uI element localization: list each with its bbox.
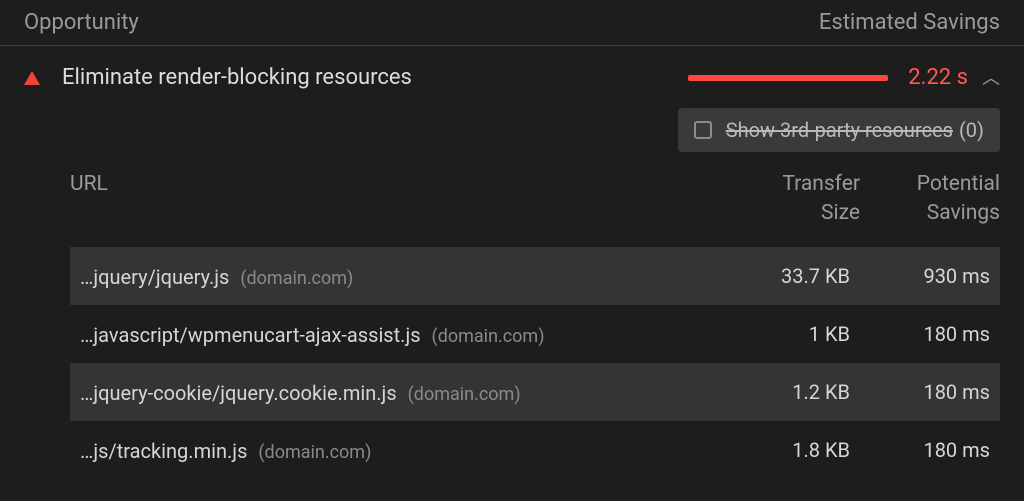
- estimated-savings-value: 2.22 s: [908, 65, 968, 90]
- resource-domain: (domain.com): [258, 442, 371, 463]
- resource-domain: (domain.com): [408, 384, 521, 405]
- table-row[interactable]: …jquery-cookie/jquery.cookie.min.js (dom…: [70, 363, 1000, 421]
- potential-savings: 180 ms: [870, 440, 990, 460]
- third-party-filter-pill[interactable]: Show 3rd-party resources (0): [678, 108, 1000, 152]
- header-row: Opportunity Estimated Savings: [0, 0, 1024, 46]
- opportunity-title: Eliminate render-blocking resources: [62, 65, 688, 90]
- opportunity-row[interactable]: Eliminate render-blocking resources 2.22…: [0, 46, 1024, 104]
- table-row[interactable]: …javascript/wpmenucart-ajax-assist.js (d…: [70, 305, 1000, 363]
- table-header: URL Transfer Size Potential Savings: [70, 162, 1000, 247]
- header-savings-label: Estimated Savings: [819, 10, 1000, 35]
- resources-table: URL Transfer Size Potential Savings …jqu…: [0, 162, 1024, 479]
- resource-domain: (domain.com): [240, 268, 353, 289]
- resource-path: …javascript/wpmenucart-ajax-assist.js: [80, 323, 421, 347]
- resource-path: …js/tracking.min.js: [80, 439, 247, 463]
- potential-savings: 930 ms: [870, 266, 990, 286]
- potential-savings: 180 ms: [870, 324, 990, 344]
- col-header-url: URL: [70, 170, 760, 229]
- warning-triangle-icon: [24, 71, 40, 85]
- table-row[interactable]: …js/tracking.min.js (domain.com) 1.8 KB …: [70, 421, 1000, 479]
- transfer-size: 1.2 KB: [750, 382, 870, 402]
- resource-path: …jquery-cookie/jquery.cookie.min.js: [80, 381, 397, 405]
- third-party-filter-count: (0): [959, 118, 984, 142]
- checkbox-icon[interactable]: [694, 121, 712, 139]
- third-party-filter-label: Show 3rd-party resources: [726, 118, 953, 142]
- potential-savings: 180 ms: [870, 382, 990, 402]
- header-opportunity-label: Opportunity: [24, 10, 139, 35]
- savings-bar: [688, 75, 888, 81]
- transfer-size: 33.7 KB: [750, 266, 870, 286]
- table-row[interactable]: …jquery/jquery.js (domain.com) 33.7 KB 9…: [70, 247, 1000, 305]
- resource-domain: (domain.com): [432, 326, 545, 347]
- col-header-size: Transfer Size: [760, 170, 880, 229]
- transfer-size: 1.8 KB: [750, 440, 870, 460]
- transfer-size: 1 KB: [750, 324, 870, 344]
- col-header-savings: Potential Savings: [880, 170, 1000, 229]
- chevron-up-icon[interactable]: ︿: [982, 64, 1000, 90]
- resource-path: …jquery/jquery.js: [80, 265, 229, 289]
